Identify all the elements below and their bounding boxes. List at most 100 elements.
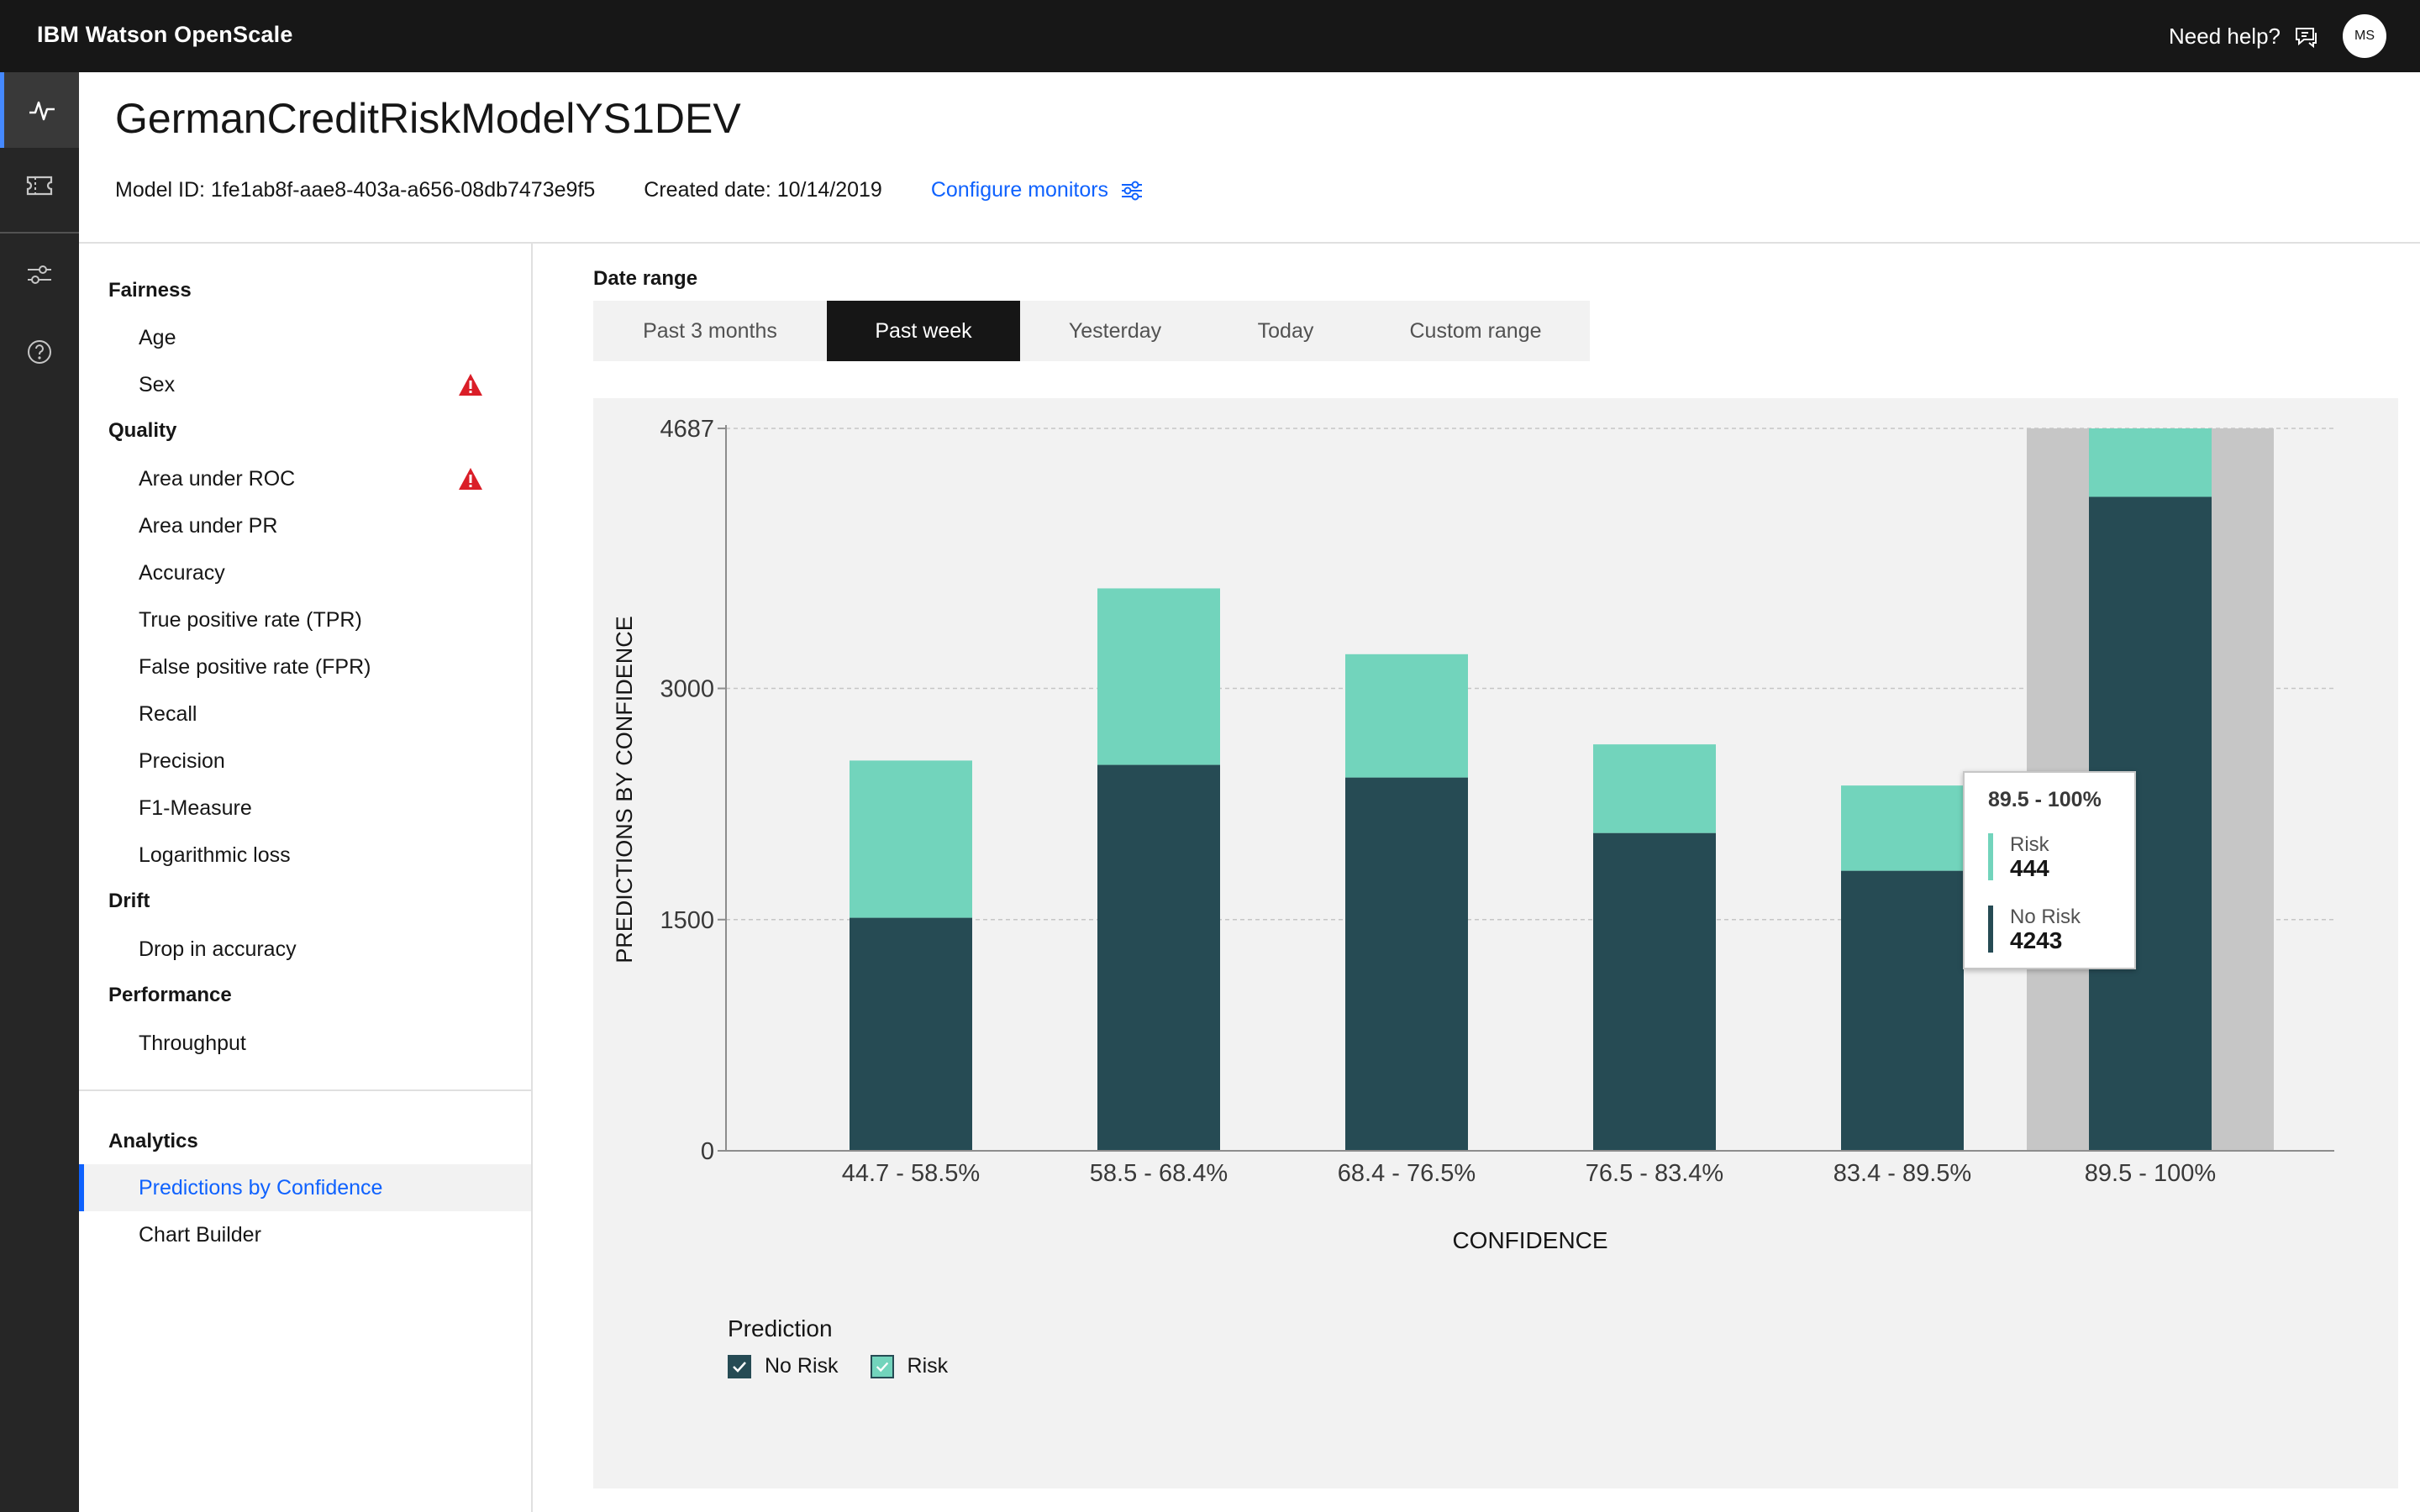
legend-title: Prediction [728, 1315, 833, 1341]
nav-item-chart-builder[interactable]: Chart Builder [79, 1211, 531, 1258]
bar-risk [1841, 785, 1964, 871]
x-tick-label: 58.5 - 68.4% [1090, 1160, 1228, 1187]
page-title: GermanCreditRiskModelYS1DEV [115, 95, 741, 142]
nav-item-drop-accuracy[interactable]: Drop in accuracy [79, 926, 531, 973]
nav-item-label: Predictions by Confidence [139, 1175, 383, 1200]
nav-item-tpr[interactable]: True positive rate (TPR) [79, 596, 531, 643]
nav-item-accuracy[interactable]: Accuracy [79, 549, 531, 596]
rail-settings-icon[interactable] [0, 237, 79, 312]
nav-category-drift: Drift [108, 890, 150, 912]
rail-divider [0, 232, 79, 234]
settings-adjust-icon [1122, 181, 1143, 200]
nav-item-logloss[interactable]: Logarithmic loss [79, 832, 531, 879]
warning-icon [459, 374, 482, 396]
tab-custom-range[interactable]: Custom range [1361, 301, 1590, 361]
left-rail [0, 72, 79, 1512]
x-tick-label: 44.7 - 58.5% [842, 1160, 980, 1187]
y-axis-title: PREDICTIONS BY CONFIDENCE [612, 616, 637, 963]
bar-no-risk [850, 917, 972, 1151]
model-id: Model ID: 1fe1ab8f-aae8-403a-a656-08db74… [115, 178, 596, 202]
tab-today[interactable]: Today [1210, 301, 1361, 361]
nav-item-aupr[interactable]: Area under PR [79, 502, 531, 549]
tooltip-title: 89.5 - 100% [1988, 788, 2102, 811]
y-tick-label: 1500 [660, 907, 714, 934]
nav-item-label: Chart Builder [139, 1222, 261, 1247]
top-bar: IBM Watson OpenScale Need help? MS [0, 0, 2420, 72]
rail-monitoring-icon[interactable] [0, 72, 79, 148]
nav-category-fairness: Fairness [108, 279, 192, 302]
tooltip-risk-label: Risk [2010, 833, 2049, 856]
nav-item-label: Area under ROC [139, 466, 296, 491]
bar-no-risk [1345, 777, 1468, 1151]
checkbox-checked-icon [870, 1354, 894, 1378]
main-content: Date range Past 3 months Past week Yeste… [534, 244, 2420, 1512]
tooltip-norisk-value: 4243 [2010, 927, 2063, 953]
bar-risk [2089, 428, 2212, 497]
rail-ticket-icon[interactable] [0, 148, 79, 223]
nav-category-analytics: Analytics [108, 1130, 198, 1152]
nav-item-fpr[interactable]: False positive rate (FPR) [79, 643, 531, 690]
configure-monitors-link[interactable]: Configure monitors [931, 178, 1144, 202]
configure-monitors-label: Configure monitors [930, 178, 1109, 202]
nav-item-label: Sex [139, 372, 176, 396]
tooltip-risk-entry: Risk 444 [1988, 833, 2049, 880]
nav-category-quality: Quality [108, 419, 177, 442]
checkbox-checked-icon [728, 1354, 751, 1378]
tooltip-risk-value: 444 [2010, 855, 2049, 881]
chart-tooltip: 89.5 - 100% Risk 444 No Risk 4243 [1963, 771, 2136, 969]
x-axis-title: CONFIDENCE [1452, 1227, 1607, 1253]
legend-label: Risk [907, 1354, 949, 1378]
nav-item-age[interactable]: Age [79, 314, 531, 361]
nav-item-auroc[interactable]: Area under ROC [79, 455, 531, 502]
bar-no-risk [1097, 764, 1220, 1151]
bar-risk [1097, 588, 1220, 765]
model-header: GermanCreditRiskModelYS1DEV Model ID: 1f… [79, 72, 2420, 244]
monitor-sidenav: Fairness Age Sex Quality Area under ROC … [79, 244, 533, 1512]
activity-icon [29, 101, 55, 121]
nav-category-performance: Performance [108, 984, 232, 1006]
nav-item-label: Recall [139, 701, 197, 726]
y-tick-label: 4687 [660, 416, 714, 443]
nav-item-label: Accuracy [139, 560, 225, 585]
nav-item-f1[interactable]: F1-Measure [79, 785, 531, 832]
legend-label: No Risk [765, 1354, 839, 1378]
bar-no-risk [1841, 870, 1964, 1151]
tab-yesterday[interactable]: Yesterday [1020, 301, 1210, 361]
nav-item-sex[interactable]: Sex [79, 361, 531, 408]
nav-item-label: Area under PR [139, 513, 278, 538]
ticket-icon [26, 176, 53, 196]
created-date: Created date: 10/14/2019 [644, 178, 882, 202]
legend-item-risk[interactable]: Risk [870, 1354, 949, 1378]
tab-past-week[interactable]: Past week [827, 301, 1020, 361]
nav-item-label: Precision [139, 748, 225, 773]
x-tick-label: 89.5 - 100% [2085, 1160, 2216, 1187]
sliders-icon [28, 265, 51, 284]
warning-icon [459, 468, 482, 490]
nav-item-label: Logarithmic loss [139, 843, 291, 867]
x-tick-label: 68.4 - 76.5% [1338, 1160, 1476, 1187]
chat-icon [2296, 27, 2317, 48]
question-circle-icon [28, 340, 51, 364]
y-tick-label: 0 [701, 1138, 714, 1165]
nav-item-recall[interactable]: Recall [79, 690, 531, 738]
bar-risk [1345, 654, 1468, 778]
bar-no-risk [1593, 832, 1716, 1151]
x-tick-label: 83.4 - 89.5% [1833, 1160, 1971, 1187]
nav-item-label: Throughput [139, 1031, 246, 1055]
bar-risk [1593, 744, 1716, 833]
user-avatar[interactable]: MS [2343, 14, 2386, 58]
tooltip-norisk-label: No Risk [2010, 906, 2081, 928]
nav-item-throughput[interactable]: Throughput [79, 1020, 531, 1067]
x-tick-label: 76.5 - 83.4% [1586, 1160, 1723, 1187]
help-link[interactable]: Need help? [2169, 24, 2319, 50]
nav-divider [79, 1089, 531, 1091]
date-range-label: Date range [593, 267, 698, 290]
legend-item-no-risk[interactable]: No Risk [728, 1354, 839, 1378]
nav-item-precision[interactable]: Precision [79, 738, 531, 785]
chart-panel: 0 1500 3000 4687 44.7 - 58.5% 58.5 - 68.4% 68.… [593, 398, 2398, 1488]
date-range-tabs: Past 3 months Past week Yesterday Today … [593, 301, 1590, 361]
rail-help-icon[interactable] [0, 314, 79, 390]
tab-past-3-months[interactable]: Past 3 months [593, 301, 827, 361]
nav-item-predictions-by-confidence[interactable]: Predictions by Confidence [79, 1164, 531, 1211]
chart-legend: Prediction No Risk Risk [728, 1315, 948, 1378]
